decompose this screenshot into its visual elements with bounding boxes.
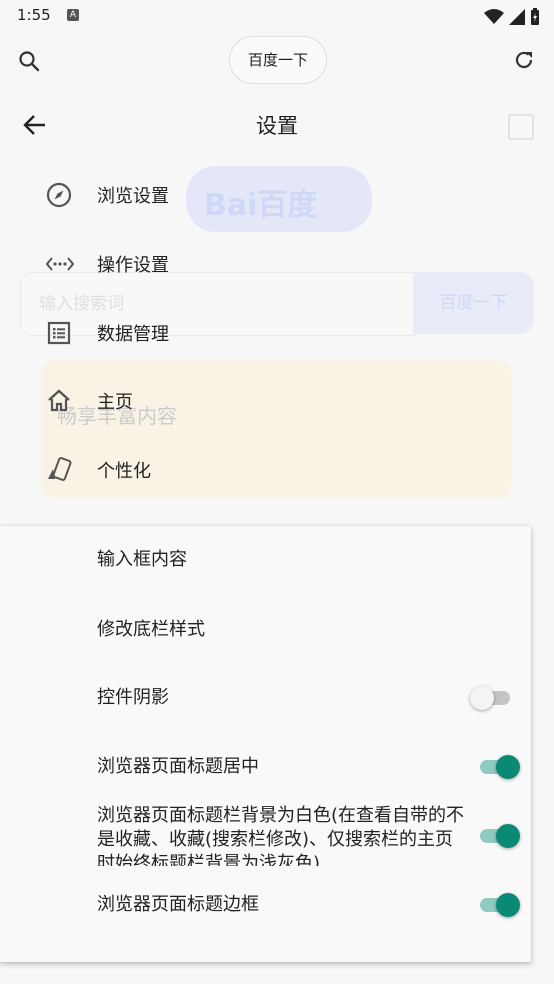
status-bar: 1:55 A [0,0,554,30]
option-label: 控件阴影 [97,687,169,708]
menu-item-data-management[interactable]: 数据管理 [0,308,554,358]
menu-item-operation-settings[interactable]: 操作设置 [0,239,554,289]
title-border-toggle[interactable] [476,890,520,920]
compass-icon [46,182,72,208]
menu-item-label: 主页 [97,392,133,413]
menu-item-personalize[interactable]: 个性化 [0,445,554,495]
option-title-bar-white-background[interactable]: 浏览器页面标题栏背景为白色(在查看自带的不是收藏、收藏(搜索栏修改)、仅搜索栏的… [0,802,531,872]
home-icon [46,388,72,414]
menu-item-label: 数据管理 [97,324,169,345]
menu-item-label: 操作设置 [97,255,169,276]
menu-item-label: 浏览设置 [97,186,169,207]
code-dots-icon [45,251,75,277]
list-box-icon [46,320,72,346]
option-control-shadow[interactable]: 控件阴影 [0,664,531,732]
signal-icon [508,8,525,25]
wifi-icon [483,8,504,24]
browser-top-bar: 百度一下 [0,30,554,92]
option-label: 浏览器页面标题居中 [97,756,259,777]
menu-item-home[interactable]: 主页 [0,376,554,426]
option-title-border[interactable]: 浏览器页面标题边框 [0,872,531,940]
title-bar-white-toggle[interactable] [476,821,520,851]
notification-a-icon: A [67,9,79,21]
page-title: 设置 [256,114,298,138]
control-shadow-toggle[interactable] [470,683,514,713]
option-label: 输入框内容 [97,549,187,570]
menu-item-browse-settings[interactable]: 浏览设置 [0,170,554,220]
status-indicators [483,6,540,26]
option-label: 浏览器页面标题栏背景为白色(在查看自带的不是收藏、收藏(搜索栏修改)、仅搜索栏的… [97,805,465,866]
search-icon[interactable] [18,50,40,76]
battery-icon [531,7,539,25]
options-sheet: 输入框内容 修改底栏样式 控件阴影 浏览器页面标题居中 浏览器页面标题栏背景为白… [0,526,531,962]
menu-item-label: 个性化 [97,461,151,482]
settings-header: 设置 [0,96,554,156]
option-input-box-content[interactable]: 输入框内容 [0,526,531,594]
refresh-icon[interactable] [513,49,535,75]
search-pill-button[interactable]: 百度一下 [229,36,327,84]
status-time: 1:55 [17,6,51,24]
option-label: 修改底栏样式 [97,619,205,640]
option-label: 浏览器页面标题边框 [97,894,259,915]
back-arrow-icon[interactable] [23,114,47,140]
option-bottom-bar-style[interactable]: 修改底栏样式 [0,594,531,664]
palette-card-icon [46,457,72,483]
option-title-centered[interactable]: 浏览器页面标题居中 [0,732,531,802]
title-centered-toggle[interactable] [476,752,520,782]
